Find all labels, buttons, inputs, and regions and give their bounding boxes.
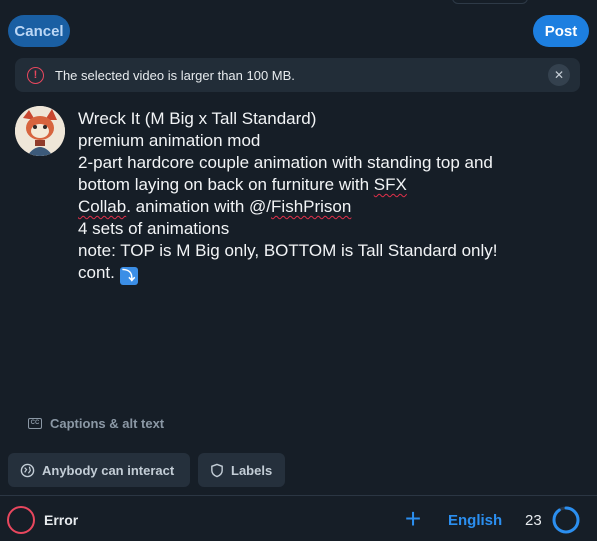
post-line-part: Collab. animation with @/FishPrison xyxy=(78,197,352,216)
globe-icon xyxy=(20,463,35,477)
post-line: 4 sets of animations xyxy=(78,219,230,238)
progress-arc xyxy=(552,506,580,534)
post-line: premium animation mod xyxy=(78,131,261,150)
status-error-text: Error xyxy=(44,512,79,528)
spellcheck-flagged-word: FishPrison xyxy=(271,197,352,216)
captions-label: Captions & alt text xyxy=(50,416,165,431)
post-line: Collab. animation with @/FishPrison xyxy=(78,196,583,218)
avatar[interactable] xyxy=(15,106,65,156)
partial-top-element xyxy=(452,0,528,4)
interaction-settings-button[interactable]: Anybody can interact xyxy=(8,453,190,487)
add-thread-post-button[interactable]: + xyxy=(401,505,425,533)
alert-circle-icon: ! xyxy=(27,66,44,84)
character-count: 23 xyxy=(525,512,542,529)
character-limit-progress-ring xyxy=(552,506,580,534)
compose-post-screen: Cancel Post ! The selected video is larg… xyxy=(0,0,597,541)
post-line: note: TOP is M Big only, BOTTOM is Tall … xyxy=(78,241,498,260)
post-line: Wreck It (M Big x Tall Standard) xyxy=(78,109,317,128)
arrow-down-right-emoji-icon: ⤵ xyxy=(119,267,138,285)
language-selector[interactable]: English xyxy=(448,512,502,529)
interaction-label: Anybody can interact xyxy=(42,462,175,478)
error-banner-message: The selected video is larger than 100 MB… xyxy=(55,67,295,83)
post-line: 2-part hardcore couple animation with st… xyxy=(78,153,493,172)
shield-icon xyxy=(211,463,223,477)
captions-alt-text-button[interactable]: CC Captions & alt text xyxy=(28,416,164,431)
closed-captions-icon: CC xyxy=(28,418,42,429)
labels-button[interactable]: Labels xyxy=(198,453,285,487)
post-line-part: cont. ⤵ xyxy=(78,263,138,285)
spellcheck-flagged-word: SFX xyxy=(373,175,407,194)
spellcheck-flagged-word: Collab xyxy=(78,197,127,216)
labels-label: Labels xyxy=(231,462,273,478)
post-line: bottom laying on back on furniture with … xyxy=(78,174,583,196)
video-size-error-banner: ! The selected video is larger than 100 … xyxy=(15,58,580,92)
avatar-image xyxy=(15,106,65,156)
post-text-editor[interactable]: Wreck It (M Big x Tall Standard) premium… xyxy=(78,108,583,285)
footer-divider xyxy=(0,495,597,496)
close-icon[interactable]: ✕ xyxy=(548,64,570,86)
post-button[interactable]: Post xyxy=(533,15,589,47)
post-line: cont. ⤵ xyxy=(78,262,583,285)
error-status-ring-icon xyxy=(7,506,35,534)
cancel-button[interactable]: Cancel xyxy=(8,15,70,47)
post-line-part: bottom laying on back on furniture with … xyxy=(78,175,407,194)
